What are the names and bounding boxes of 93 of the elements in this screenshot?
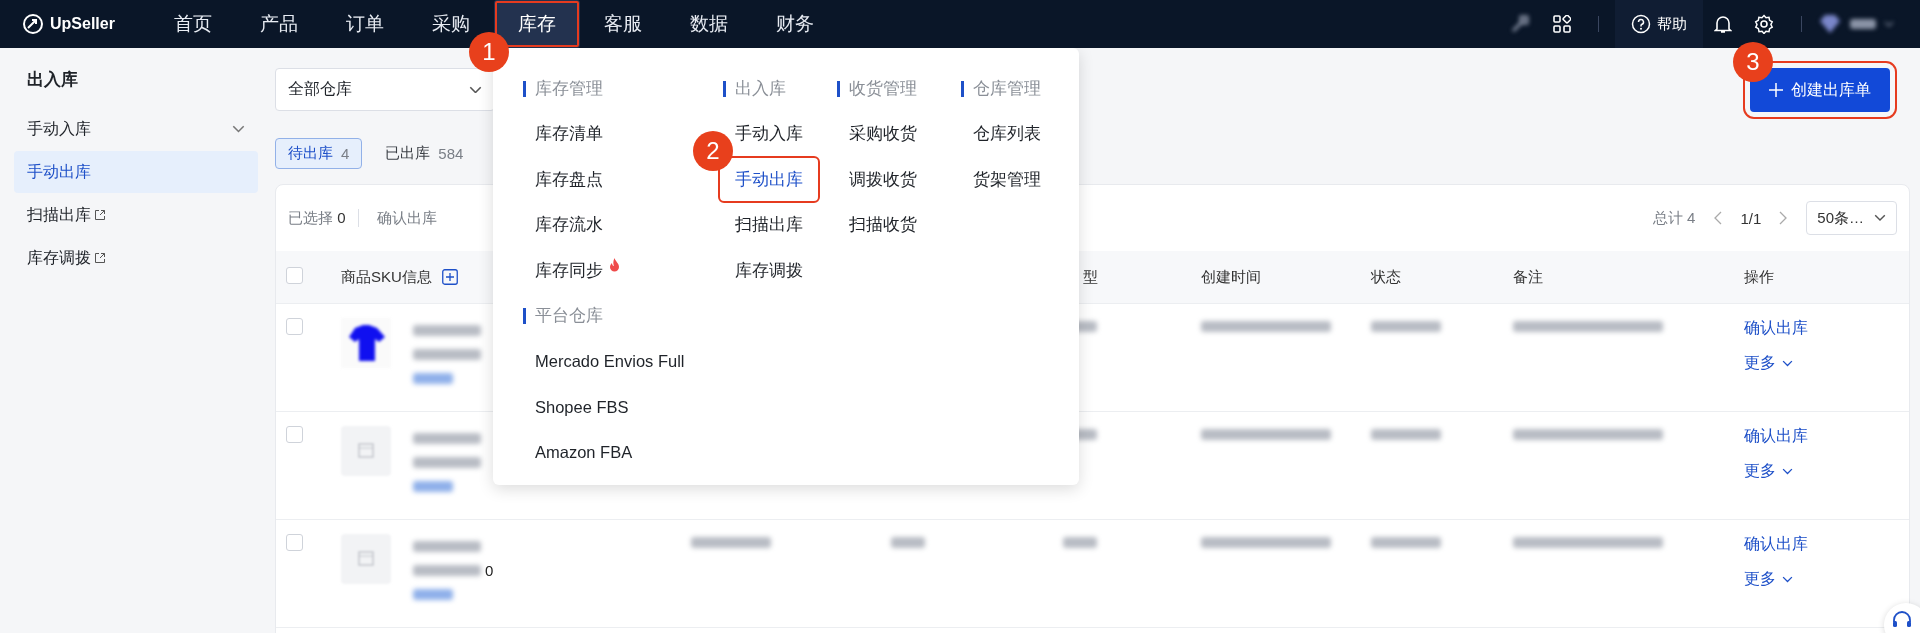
menu-group-title: 库存管理 [535, 77, 603, 99]
menu-item[interactable]: 库存清单 [535, 111, 603, 157]
menu-group-title: 仓库管理 [973, 77, 1041, 99]
column-header: 操作 [1744, 267, 1774, 285]
sidebar-item[interactable]: 手动入库 [14, 108, 258, 150]
menu-item[interactable]: Mercado Envios Full [535, 339, 685, 385]
menu-group-title: 出入库 [735, 77, 786, 99]
expand-plus-icon[interactable] [441, 269, 458, 285]
blurred-text [1850, 19, 1876, 29]
product-count-fragment: 0 [485, 565, 494, 576]
blurred-text [413, 541, 481, 552]
account-menu[interactable] [1818, 14, 1894, 34]
logo-icon [22, 13, 44, 35]
column-header: 商品SKU信息 [341, 267, 432, 287]
more-menu-link[interactable]: 更多 [1744, 461, 1909, 482]
logo-text: UpSeller [50, 15, 115, 33]
notification-bell-icon[interactable] [1714, 14, 1732, 34]
column-header: 型 [1083, 267, 1098, 285]
confirm-outbound-link[interactable]: 确认出库 [1744, 426, 1909, 447]
blurred-text [413, 481, 453, 492]
status-tab[interactable]: 待出库 4 [275, 138, 363, 169]
settings-icon[interactable] [1754, 14, 1774, 34]
step-badge: 2 [693, 131, 733, 171]
menu-item[interactable]: 调拨收货 [849, 157, 917, 203]
blurred-text [1371, 429, 1441, 440]
external-link-icon [94, 252, 106, 264]
checkbox[interactable] [286, 426, 303, 443]
menu-item[interactable]: 扫描出库 [735, 202, 803, 248]
menu-item[interactable]: 库存流水 [535, 202, 603, 248]
blurred-text [891, 537, 925, 548]
menu-item[interactable]: 手动入库 [735, 111, 803, 157]
selected-count: 已选择 0 [288, 208, 346, 228]
sidebar-item[interactable]: 扫描出库 [14, 194, 258, 236]
blurred-text [413, 589, 453, 600]
external-link-icon [94, 209, 106, 221]
menu-item[interactable]: 采购收货 [849, 111, 917, 157]
page-indicator: 1/1 [1740, 209, 1762, 227]
column-header: 状态 [1371, 267, 1401, 285]
nav-tab[interactable]: 首页 [150, 0, 236, 48]
blurred-text [1063, 537, 1097, 548]
more-menu-link[interactable]: 更多 [1744, 569, 1909, 590]
confirm-outbound-button[interactable]: 确认出库 [376, 208, 437, 228]
menu-group-title: 收货管理 [849, 77, 917, 99]
blurred-text [413, 565, 481, 576]
menu-item[interactable]: Shopee FBS [535, 384, 629, 430]
gem-avatar-icon [1818, 14, 1842, 34]
menu-item[interactable]: 库存同步 [535, 248, 620, 294]
help-icon [1631, 14, 1651, 34]
blurred-icon[interactable] [1509, 13, 1531, 35]
confirm-outbound-link[interactable]: 确认出库 [1744, 318, 1909, 339]
fire-icon [609, 257, 620, 272]
blurred-text [1371, 537, 1441, 548]
image-placeholder-icon [341, 534, 391, 584]
checkbox[interactable] [286, 318, 303, 335]
nav-tab[interactable]: 订单 [322, 0, 408, 48]
previous-page-icon[interactable] [1713, 211, 1723, 225]
menu-item[interactable]: 库存盘点 [535, 157, 603, 203]
sidebar-item[interactable]: 库存调拨 [14, 237, 258, 279]
status-tab[interactable]: 已出库 584 [372, 138, 477, 169]
blurred-text [413, 349, 481, 360]
menu-item[interactable]: Amazon FBA [535, 430, 633, 476]
blurred-text [413, 373, 453, 384]
blurred-text [413, 433, 481, 444]
blurred-text [1371, 321, 1441, 332]
nav-tab[interactable]: 库存 [494, 0, 580, 48]
nav-tab[interactable]: 客服 [580, 0, 666, 48]
step-badge: 1 [469, 32, 509, 72]
nav-tab[interactable]: 数据 [666, 0, 752, 48]
menu-item[interactable]: 扫描收货 [849, 202, 917, 248]
more-menu-link[interactable]: 更多 [1744, 353, 1909, 374]
blurred-text [413, 325, 481, 336]
nav-tab[interactable]: 财务 [752, 0, 838, 48]
confirm-outbound-link[interactable]: 确认出库 [1744, 534, 1909, 555]
sidebar-title: 出入库 [26, 69, 79, 91]
blurred-text [413, 457, 481, 468]
plus-icon [1769, 83, 1783, 97]
warehouse-select[interactable]: 全部仓库 [275, 68, 495, 111]
menu-item[interactable]: 货架管理 [973, 157, 1041, 203]
apps-grid-icon[interactable] [1553, 15, 1571, 33]
menu-group-title: 平台仓库 [535, 305, 603, 327]
next-page-icon[interactable] [1779, 211, 1789, 225]
help-button[interactable]: 帮助 [1615, 0, 1703, 48]
total-count: 总计 4 [1652, 208, 1696, 228]
menu-item[interactable]: 仓库列表 [973, 111, 1041, 157]
checkbox[interactable] [286, 267, 303, 284]
column-header: 创建时间 [1201, 267, 1261, 285]
menu-item[interactable]: 库存调拨 [735, 248, 803, 294]
page-size-select[interactable]: 50条… [1806, 201, 1897, 235]
image-placeholder-icon [341, 426, 391, 476]
nav-tab[interactable]: 产品 [236, 0, 322, 48]
sidebar-item[interactable]: 手动出库 [14, 151, 258, 193]
checkbox[interactable] [286, 534, 303, 551]
column-header: 备注 [1513, 267, 1543, 285]
